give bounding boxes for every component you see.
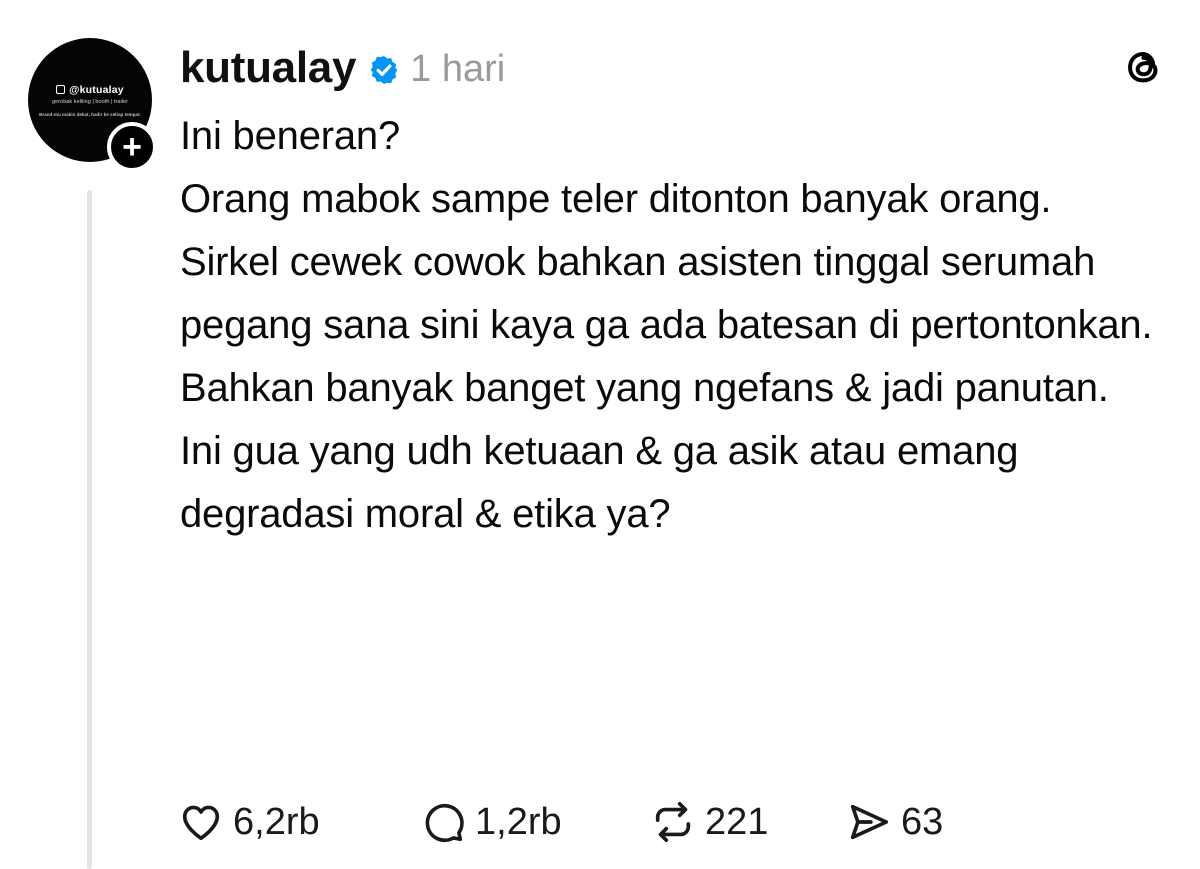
post-line: Ini gua yang udh ketuaan & ga asik atau … <box>180 429 1019 536</box>
post-actions: 6,2rb 1,2rb 221 63 <box>178 797 943 847</box>
post-time: 1 hari <box>410 47 506 90</box>
share-button[interactable]: 63 <box>846 799 943 845</box>
avatar-tagline: Brand-mu makin dekat, hadir ke setiap te… <box>39 111 141 117</box>
repost-icon <box>655 801 691 843</box>
reply-count: 1,2rb <box>475 800 562 843</box>
bag-icon <box>56 85 66 94</box>
repost-count: 221 <box>705 800 769 843</box>
post-header: kutualay 1 hari <box>180 38 505 98</box>
send-icon <box>850 804 889 840</box>
avatar-handle: @kutualay <box>56 84 124 96</box>
thread-line <box>87 190 92 869</box>
avatar-subtitle: gerobak keliling | booth | trailer <box>52 98 128 105</box>
repost-button[interactable]: 221 <box>650 799 846 845</box>
post-line: Ini beneran? <box>180 114 401 158</box>
like-count: 6,2rb <box>233 800 320 843</box>
username[interactable]: kutualay <box>180 43 356 93</box>
post-content: Ini beneran? Orang mabok sampe teler dit… <box>180 105 1170 546</box>
follow-button[interactable]: + <box>107 122 157 172</box>
post-line: Orang mabok sampe teler ditonton banyak … <box>180 177 1052 221</box>
verified-badge-icon <box>370 56 398 84</box>
heart-icon <box>182 805 220 841</box>
like-button[interactable]: 6,2rb <box>178 799 420 845</box>
post-line: Bahkan banyak banget yang ngefans & jadi… <box>180 366 1109 410</box>
avatar-handle-text: @kutualay <box>69 83 124 96</box>
share-count: 63 <box>901 800 944 843</box>
post-line: Sirkel cewek cowok bahkan asisten tingga… <box>180 240 1153 347</box>
plus-icon: + <box>122 128 142 166</box>
threads-logo-icon[interactable] <box>1120 44 1166 90</box>
reply-button[interactable]: 1,2rb <box>420 799 650 845</box>
speech-bubble-icon <box>425 803 464 843</box>
